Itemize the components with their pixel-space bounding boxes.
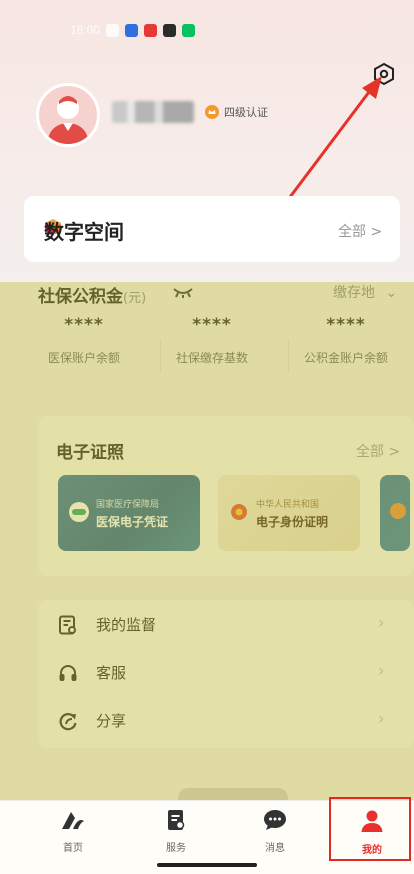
tab-label: 消息: [265, 843, 285, 854]
e-certificates-title: 电子证照: [56, 443, 124, 463]
fund-stats: **** 医保账户余额 **** 社保缴存基数 **** 公积金账户余额: [24, 315, 400, 385]
chevron-down-icon: ⌄: [385, 285, 398, 301]
stat-divider: [160, 340, 161, 372]
tab-highlight-box: [329, 797, 411, 861]
hide-eye-icon[interactable]: [172, 287, 194, 299]
tab-label: 首页: [63, 843, 83, 854]
medical-insurance-certificate[interactable]: 国家医疗保障局 医保电子凭证: [58, 475, 200, 551]
tab-home[interactable]: 首页: [33, 809, 113, 854]
chevron-right-icon: ›: [378, 709, 385, 728]
status-time: 16:00: [70, 23, 101, 37]
pay-location-selector[interactable]: 缴存地 ⌄: [333, 282, 397, 302]
app-notification-icon: [163, 23, 177, 37]
notification-icon: [106, 23, 120, 37]
avatar-person-icon: [47, 96, 89, 144]
avatar[interactable]: [36, 83, 100, 147]
housing-fund-stat[interactable]: **** 公积金账户余额: [286, 315, 406, 366]
additional-certificate-peek[interactable]: [380, 475, 410, 551]
certificate-org: 中华人民共和国: [256, 500, 320, 510]
stat-label: 公积金账户余额: [303, 351, 388, 365]
stat-label: 医保账户余额: [47, 351, 120, 365]
social-fund-title: 社保公积金(元): [38, 282, 146, 307]
home-indicator: [157, 863, 257, 867]
level-badge[interactable]: 四级认证: [204, 102, 268, 122]
stat-value: ****: [192, 315, 232, 335]
home-logo-icon: [62, 812, 84, 829]
social-base-stat[interactable]: **** 社保缴存基数: [152, 315, 272, 366]
menu-item-customer-service[interactable]: 客服 ›: [38, 649, 414, 695]
certificate-name: 医保电子凭证: [96, 515, 169, 529]
menu-item-label: 我的监督: [96, 616, 157, 634]
app-notification-icon: [125, 23, 139, 37]
e-certificates-all-link[interactable]: 全部 >: [356, 441, 400, 461]
message-icon: [264, 810, 286, 830]
settings-hex-icon: [374, 62, 394, 86]
share-icon: [59, 713, 77, 731]
certificate-emblem-icon: [390, 503, 406, 519]
status-bar: 16:00: [70, 20, 196, 40]
tab-label: 服务: [166, 843, 186, 854]
level-badge-label: 四级认证: [224, 106, 268, 119]
menu-item-label: 分享: [96, 712, 127, 730]
menu-item-label: 客服: [96, 664, 127, 682]
tab-messages[interactable]: 消息: [235, 809, 315, 854]
headset-icon: [59, 665, 77, 681]
identity-certificate[interactable]: 中华人民共和国 电子身份证明: [218, 475, 360, 551]
wechat-notification-icon: [182, 23, 196, 37]
certificate-name: 电子身份证明: [256, 515, 329, 529]
crown-badge-icon: [205, 105, 219, 119]
pay-location-label: 缴存地: [333, 285, 375, 301]
menu-item-supervise[interactable]: 我的监督 ›: [38, 601, 414, 647]
user-name-redacted: [112, 101, 194, 123]
certificate-org: 国家医疗保障局: [96, 500, 160, 510]
stat-label: 社保缴存基数: [175, 351, 248, 365]
medical-insurance-logo-icon: [69, 502, 89, 522]
settings-button[interactable]: [370, 60, 398, 88]
medical-balance-stat[interactable]: **** 医保账户余额: [24, 315, 144, 366]
social-fund-unit: (元): [123, 291, 147, 306]
national-emblem-icon: [231, 504, 247, 520]
tab-service[interactable]: 服务: [136, 809, 216, 854]
profile-page: 16:00 四级认证 数字空间 全部 > 社保公积金(元) 缴存地 ⌄ ****…: [0, 0, 414, 874]
service-icon: [168, 810, 185, 830]
social-fund-title-text: 社保公积金: [38, 287, 123, 307]
chevron-right-icon: ›: [378, 613, 385, 632]
chevron-right-icon: ›: [378, 661, 385, 680]
stat-value: ****: [326, 315, 366, 335]
digital-space-all-link[interactable]: 全部 >: [338, 221, 382, 241]
stat-value: ****: [64, 315, 104, 335]
stat-divider: [288, 340, 289, 372]
menu-item-share[interactable]: 分享 ›: [38, 697, 414, 743]
digital-space-title: 数字空间: [44, 220, 124, 244]
supervise-icon: [59, 615, 76, 635]
app-notification-icon: [144, 23, 158, 37]
